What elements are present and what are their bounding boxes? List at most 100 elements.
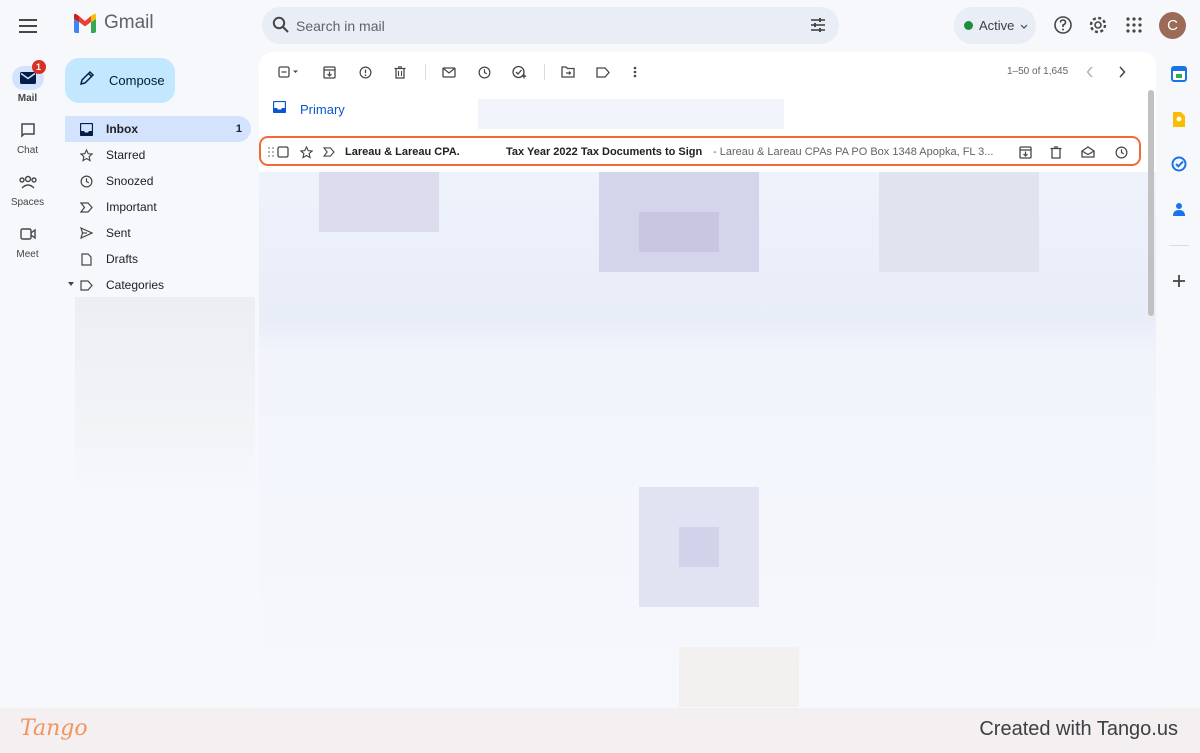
folder-nav: Inbox 1 Starred Snoozed Important Sent D…: [65, 116, 251, 298]
contacts-icon[interactable]: [1169, 199, 1189, 219]
avatar[interactable]: C: [1159, 12, 1186, 39]
help-icon[interactable]: [1052, 14, 1074, 36]
rail-label: Spaces: [10, 197, 45, 208]
gmail-m-icon: [74, 13, 96, 33]
blurred-region: [879, 172, 1039, 272]
scrollbar[interactable]: [1148, 90, 1154, 316]
message-row[interactable]: Lareau & Lareau CPA. Tax Year 2022 Tax D…: [259, 136, 1141, 166]
nav-label: Drafts: [106, 252, 139, 266]
rail-item-mail[interactable]: 1 Mail: [0, 60, 55, 104]
compose-button[interactable]: Compose: [65, 58, 175, 103]
nav-item-drafts[interactable]: Drafts: [65, 246, 251, 272]
checkbox-icon: [278, 66, 298, 78]
status-label: Active: [979, 18, 1015, 33]
list-toolbar: 1–50 of 1,645: [259, 60, 1156, 84]
side-divider: [1169, 245, 1189, 246]
message-sender: Lareau & Lareau CPA.: [345, 146, 460, 158]
unread-count: 1: [235, 123, 242, 135]
archive-icon[interactable]: [1017, 144, 1033, 160]
mark-read-icon[interactable]: [439, 62, 459, 82]
settings-icon[interactable]: [1087, 14, 1109, 36]
tab-label: Primary: [300, 101, 345, 117]
unread-badge: 1: [31, 60, 46, 74]
move-to-icon[interactable]: [558, 62, 578, 82]
rail-label: Chat: [16, 145, 39, 156]
chat-icon: [12, 118, 44, 142]
rail-label: Mail: [17, 93, 38, 104]
archive-icon[interactable]: [319, 62, 339, 82]
caret-down-icon[interactable]: [68, 282, 74, 286]
tango-footer: Tango Created with Tango.us: [0, 708, 1200, 753]
snooze-icon[interactable]: [1113, 144, 1129, 160]
inbox-tab-icon: [272, 100, 287, 118]
nav-label: Sent: [106, 226, 131, 240]
nav-label: Inbox: [106, 122, 138, 136]
rail-item-meet[interactable]: Meet: [0, 222, 55, 260]
delete-icon[interactable]: [390, 62, 410, 82]
tab-primary[interactable]: Primary: [272, 100, 345, 118]
nav-item-snoozed[interactable]: Snoozed: [65, 168, 251, 194]
next-page-icon[interactable]: [1112, 62, 1132, 82]
gmail-logo[interactable]: Gmail: [72, 12, 154, 34]
prev-page-icon[interactable]: [1080, 62, 1100, 82]
mail-list-panel: 1–50 of 1,645 Primary Lareau & Lareau CP…: [259, 52, 1156, 708]
inbox-icon: [79, 122, 93, 136]
more-options-icon[interactable]: [625, 62, 645, 82]
tango-credit: Created with Tango.us: [979, 718, 1178, 740]
add-addon-icon[interactable]: [1169, 271, 1189, 291]
send-icon: [79, 226, 93, 240]
nav-item-important[interactable]: Important: [65, 194, 251, 220]
delete-icon[interactable]: [1048, 144, 1064, 160]
spaces-icon: [12, 170, 44, 194]
video-icon: [12, 222, 44, 246]
star-icon: [79, 148, 93, 162]
blurred-region: [679, 647, 799, 707]
spam-icon[interactable]: [355, 62, 375, 82]
app-name: Gmail: [104, 12, 154, 33]
apps-icon[interactable]: [1123, 14, 1145, 36]
nav-item-sent[interactable]: Sent: [65, 220, 251, 246]
menu-icon[interactable]: [16, 14, 40, 38]
rail-item-spaces[interactable]: Spaces: [0, 170, 55, 208]
nav-label: Snoozed: [106, 174, 154, 188]
blurred-region: [319, 172, 439, 232]
compose-label: Compose: [109, 73, 165, 88]
drag-handle-icon[interactable]: [267, 144, 275, 160]
nav-item-inbox[interactable]: Inbox 1: [65, 116, 251, 142]
tango-logo: Tango: [20, 716, 88, 741]
search-icon[interactable]: [272, 16, 290, 39]
top-bar: Gmail Search in mail Active C: [0, 0, 1200, 52]
message-snippet: - Lareau & Lareau CPAs PA PO Box 1348 Ap…: [713, 146, 993, 158]
rail-item-chat[interactable]: Chat: [0, 118, 55, 156]
select-checkbox-dropdown[interactable]: [273, 62, 305, 82]
draft-icon: [79, 252, 93, 266]
chevron-down-icon: [1020, 17, 1028, 35]
nav-item-starred[interactable]: Starred: [65, 142, 251, 168]
filter-icon[interactable]: [809, 16, 827, 39]
row-checkbox[interactable]: [277, 144, 289, 160]
blurred-labels: [75, 297, 255, 497]
important-icon[interactable]: [323, 144, 335, 160]
snooze-icon[interactable]: [474, 62, 494, 82]
calendar-icon[interactable]: [1169, 64, 1189, 84]
active-status-dot: [964, 21, 973, 30]
label-icon[interactable]: [593, 62, 613, 82]
message-subject: Tax Year 2022 Tax Documents to Sign: [506, 146, 703, 158]
toolbar-divider: [544, 64, 545, 80]
blurred-tabs: [478, 99, 784, 129]
blurred-region: [679, 527, 719, 567]
mark-unread-icon[interactable]: [1080, 144, 1096, 160]
add-task-icon[interactable]: [509, 62, 529, 82]
search-bar[interactable]: Search in mail: [262, 7, 839, 44]
status-dropdown[interactable]: Active: [954, 7, 1036, 44]
pagination-text: 1–50 of 1,645: [1007, 66, 1069, 77]
star-icon[interactable]: [300, 144, 313, 160]
important-icon: [79, 200, 93, 214]
nav-label: Important: [106, 200, 157, 214]
search-input[interactable]: Search in mail: [296, 18, 385, 34]
tasks-icon[interactable]: [1169, 154, 1189, 174]
keep-icon[interactable]: [1169, 109, 1189, 129]
clock-icon: [79, 174, 93, 188]
nav-item-categories[interactable]: Categories: [65, 272, 251, 298]
side-panel: [1158, 52, 1200, 708]
